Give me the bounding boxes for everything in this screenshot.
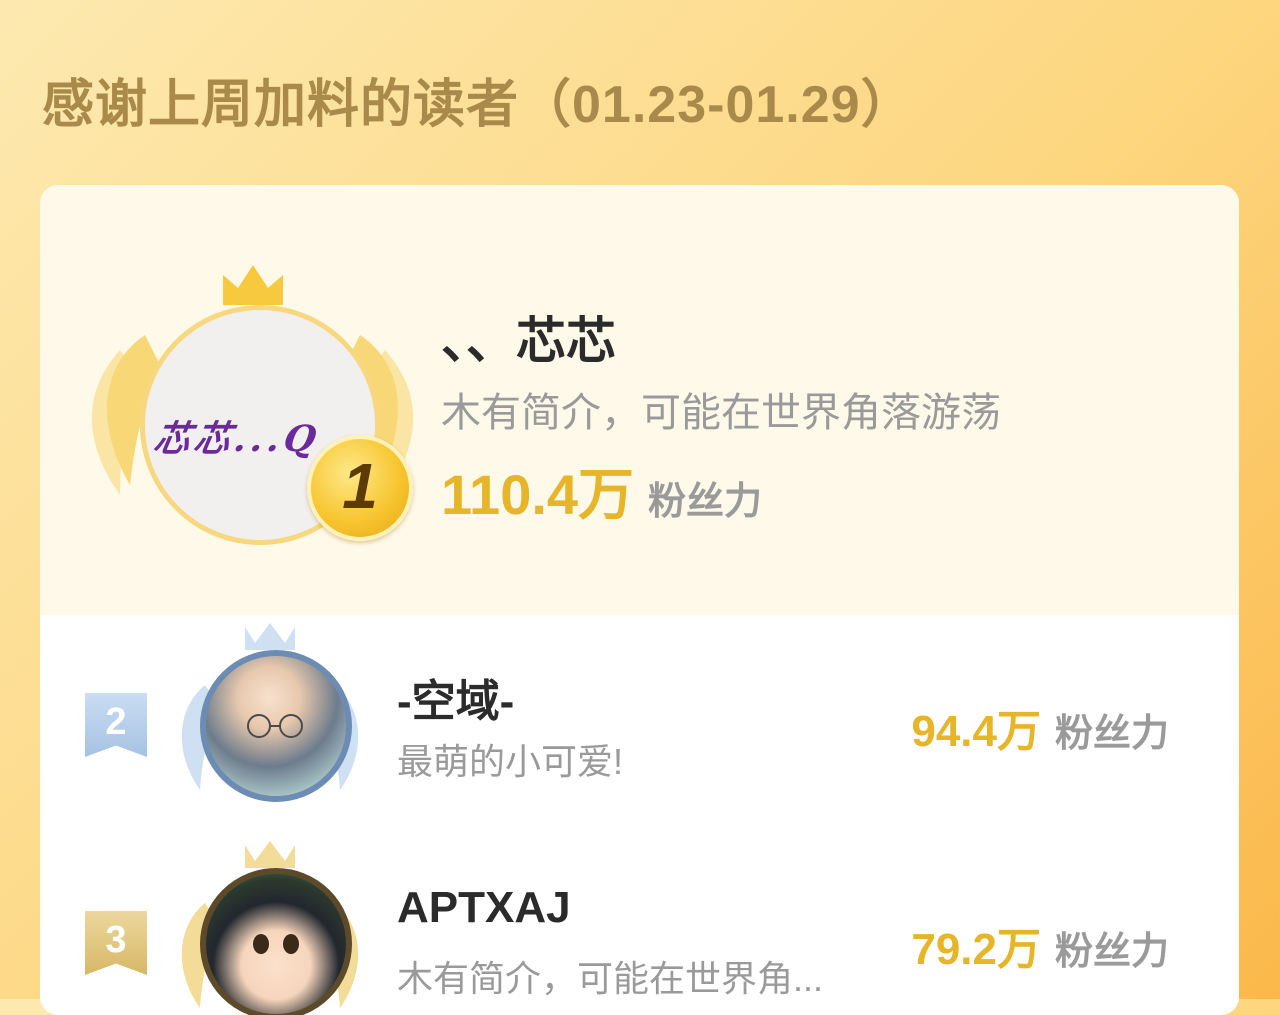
reader-intro: 木有简介，可能在世界角... bbox=[397, 958, 824, 999]
reader-name[interactable]: -空域- bbox=[397, 665, 514, 729]
crown-icon bbox=[223, 265, 283, 305]
avatar[interactable] bbox=[200, 868, 352, 1015]
reader-name[interactable]: APTXAJ bbox=[397, 883, 571, 933]
fan-power-value: 79.2万 bbox=[911, 925, 1041, 974]
rank-number: 3 bbox=[105, 919, 127, 961]
top-reader-section[interactable]: 芯芯...Q 1 、、芯芯 木有简介，可能在世界角落游荡 110.4万 粉丝力 bbox=[40, 185, 1239, 615]
fan-power-unit: 粉丝力 bbox=[1054, 931, 1169, 973]
fan-power-unit: 粉丝力 bbox=[1054, 713, 1169, 755]
fan-power-unit: 粉丝力 bbox=[648, 481, 763, 523]
rank-number: 1 bbox=[342, 450, 378, 522]
avatar[interactable] bbox=[200, 650, 352, 802]
rank-medal-icon: 1 bbox=[307, 435, 413, 541]
fan-power: 79.2万 粉丝力 bbox=[911, 913, 1169, 977]
face-icon bbox=[253, 934, 299, 954]
page-title: 感谢上周加料的读者（01.23-01.29） bbox=[42, 76, 914, 134]
fan-power: 110.4万 粉丝力 bbox=[441, 450, 762, 531]
glasses-icon bbox=[247, 714, 303, 738]
reader-name[interactable]: 、、芯芯 bbox=[441, 301, 616, 373]
fan-power-value: 110.4万 bbox=[441, 463, 635, 526]
ranking-card: 芯芯...Q 1 、、芯芯 木有简介，可能在世界角落游荡 110.4万 粉丝力 2… bbox=[40, 185, 1239, 1015]
fan-power-value: 94.4万 bbox=[911, 707, 1041, 756]
reader-intro: 木有简介，可能在世界角落游荡 bbox=[441, 391, 1001, 435]
rank-number: 2 bbox=[105, 701, 127, 743]
fan-power: 94.4万 粉丝力 bbox=[911, 695, 1169, 759]
reader-intro: 最萌的小可爱! bbox=[397, 741, 624, 782]
